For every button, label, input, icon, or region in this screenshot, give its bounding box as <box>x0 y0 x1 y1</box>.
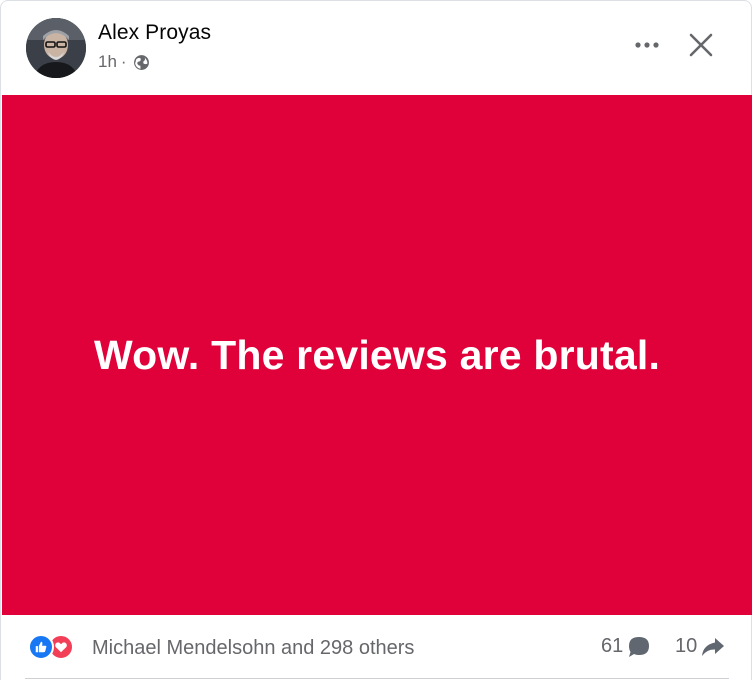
post-header: Alex Proyas 1h · <box>1 1 751 95</box>
like-icon <box>28 634 54 660</box>
post-time[interactable]: 1h <box>98 52 117 72</box>
author-name[interactable]: Alex Proyas <box>98 21 211 45</box>
post-meta: 1h · <box>98 52 150 72</box>
post-text: Wow. The reviews are brutal. <box>93 331 661 378</box>
avatar-image <box>26 18 86 78</box>
comment-icon <box>629 636 650 657</box>
footer-divider <box>25 678 729 679</box>
reactions-summary[interactable]: Michael Mendelsohn and 298 others <box>92 637 414 660</box>
comments-count: 61 <box>601 635 624 657</box>
shares-count-button[interactable]: 10 <box>675 635 725 658</box>
author-avatar[interactable] <box>26 18 86 78</box>
globe-icon[interactable] <box>133 54 150 71</box>
close-button[interactable] <box>685 29 717 61</box>
post-card: Alex Proyas 1h · Wow. The reviews are br… <box>0 0 752 680</box>
close-icon <box>689 33 713 57</box>
comments-count-button[interactable]: 61 <box>601 635 651 658</box>
shares-count: 10 <box>675 635 698 657</box>
meta-separator: · <box>120 52 127 71</box>
post-background-banner: Wow. The reviews are brutal. <box>2 95 752 615</box>
post-footer: Michael Mendelsohn and 298 others 61 10 <box>1 615 751 681</box>
reaction-icons[interactable] <box>28 634 74 660</box>
more-options-button[interactable] <box>631 29 663 61</box>
more-dots-icon <box>635 42 659 48</box>
share-icon <box>702 637 725 656</box>
